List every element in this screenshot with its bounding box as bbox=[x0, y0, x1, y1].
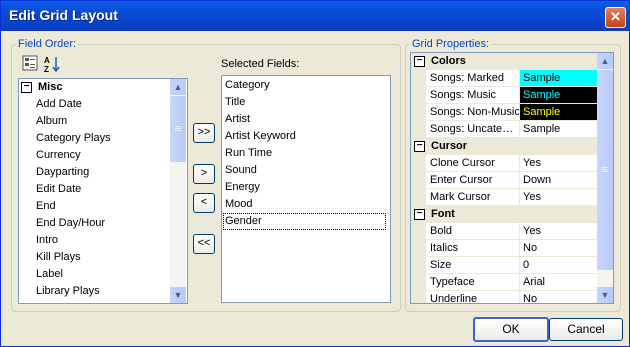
scroll-thumb[interactable] bbox=[597, 70, 613, 270]
grid-properties-legend: Grid Properties: bbox=[412, 38, 490, 50]
property-grid-scrollbar[interactable]: ▲ ▼ bbox=[597, 53, 613, 303]
property-name: Size bbox=[426, 257, 522, 274]
field-order-item[interactable]: Library Plays bbox=[36, 283, 100, 300]
property-value[interactable]: Sample bbox=[519, 70, 597, 87]
selected-field-item[interactable]: Run Time bbox=[223, 145, 386, 162]
property-value[interactable]: Yes bbox=[519, 189, 597, 206]
property-name: Clone Cursor bbox=[426, 155, 522, 172]
collapse-icon[interactable]: − bbox=[414, 140, 425, 152]
selected-field-item[interactable]: Category bbox=[223, 77, 386, 94]
field-order-item[interactable]: Album bbox=[36, 113, 67, 130]
property-name: Typeface bbox=[426, 274, 522, 291]
property-name: Songs: Uncate… bbox=[426, 121, 522, 138]
field-order-scrollbar[interactable]: ▲ ▼ bbox=[170, 79, 186, 303]
property-name: Underline bbox=[426, 291, 522, 303]
field-order-item[interactable]: Edit Date bbox=[36, 181, 81, 198]
property-value[interactable]: Arial bbox=[519, 274, 597, 291]
misc-category-row[interactable]: − Misc bbox=[21, 79, 62, 96]
property-value[interactable]: Sample bbox=[519, 121, 597, 138]
svg-text:A: A bbox=[44, 56, 50, 65]
selected-fields-label: Selected Fields: bbox=[221, 58, 300, 70]
field-order-item[interactable]: Currency bbox=[36, 147, 81, 164]
property-category-label: Font bbox=[431, 208, 455, 220]
property-value[interactable]: No bbox=[519, 240, 597, 257]
add-all-button[interactable]: >> bbox=[193, 123, 215, 143]
collapse-icon[interactable]: − bbox=[21, 81, 32, 93]
property-value[interactable]: Down bbox=[519, 172, 597, 189]
property-name: Songs: Music bbox=[426, 87, 522, 104]
close-button[interactable]: ✕ bbox=[605, 7, 626, 28]
property-grid[interactable]: − Colors Songs: Marked Sample Songs: Music Sa… bbox=[410, 52, 614, 304]
property-row[interactable]: Songs: Music Sample bbox=[411, 87, 597, 104]
selected-field-item[interactable]: Gender bbox=[223, 213, 386, 230]
scroll-thumb[interactable] bbox=[170, 96, 186, 162]
selected-field-item[interactable]: Energy bbox=[223, 179, 386, 196]
property-row[interactable]: Typeface Arial bbox=[411, 274, 597, 291]
property-name: Italics bbox=[426, 240, 522, 257]
property-value[interactable]: Yes bbox=[519, 223, 597, 240]
selected-field-item[interactable]: Title bbox=[223, 94, 386, 111]
selected-field-item[interactable]: Sound bbox=[223, 162, 386, 179]
cancel-button[interactable]: Cancel bbox=[549, 318, 623, 341]
ok-button[interactable]: OK bbox=[473, 317, 549, 342]
field-order-item[interactable]: Kill Plays bbox=[36, 249, 81, 266]
property-value[interactable]: Sample bbox=[519, 104, 597, 121]
property-category-row[interactable]: − Font bbox=[411, 206, 597, 223]
property-value[interactable]: Sample bbox=[519, 87, 597, 104]
property-category-row[interactable]: − Colors bbox=[411, 53, 597, 70]
property-row[interactable]: Mark Cursor Yes bbox=[411, 189, 597, 206]
property-name: Bold bbox=[426, 223, 522, 240]
property-category-label: Colors bbox=[431, 55, 466, 67]
dialog-title: Edit Grid Layout bbox=[9, 7, 118, 23]
add-button[interactable]: > bbox=[193, 164, 215, 184]
property-category-row[interactable]: − Cursor bbox=[411, 138, 597, 155]
field-order-item[interactable]: Label bbox=[36, 266, 63, 283]
selected-field-item[interactable]: Artist bbox=[223, 111, 386, 128]
field-order-list[interactable]: − Misc Add Date Album Category Plays Currenc… bbox=[18, 78, 188, 304]
scroll-up-icon[interactable]: ▲ bbox=[597, 53, 613, 69]
property-row[interactable]: Enter Cursor Down bbox=[411, 172, 597, 189]
categorized-view-icon[interactable] bbox=[22, 55, 38, 71]
selected-fields-list[interactable]: Category Title Artist Artist Keyword Run Tim… bbox=[221, 75, 391, 303]
title-bar[interactable]: Edit Grid Layout ✕ bbox=[1, 1, 629, 31]
remove-button[interactable]: < bbox=[193, 193, 215, 213]
property-name: Songs: Non-Music bbox=[426, 104, 522, 121]
property-row[interactable]: Size 0 bbox=[411, 257, 597, 274]
selected-field-item[interactable]: Mood bbox=[223, 196, 386, 213]
field-order-item[interactable]: Dayparting bbox=[36, 164, 89, 181]
field-order-item[interactable]: Category Plays bbox=[36, 130, 111, 147]
selected-field-item[interactable]: Artist Keyword bbox=[223, 128, 386, 145]
field-order-legend: Field Order: bbox=[18, 38, 77, 50]
property-row[interactable]: Bold Yes bbox=[411, 223, 597, 240]
collapse-icon[interactable]: − bbox=[414, 55, 425, 67]
property-value[interactable]: 0 bbox=[519, 257, 597, 274]
scroll-down-icon[interactable]: ▼ bbox=[170, 287, 186, 303]
field-order-item[interactable]: Add Date bbox=[36, 96, 82, 113]
property-row[interactable]: Songs: Marked Sample bbox=[411, 70, 597, 87]
sort-az-icon[interactable]: AZ bbox=[44, 55, 60, 74]
scroll-down-icon[interactable]: ▼ bbox=[597, 287, 613, 303]
property-row[interactable]: Songs: Uncate… Sample bbox=[411, 121, 597, 138]
property-value[interactable]: No bbox=[519, 291, 597, 303]
property-row[interactable]: Underline No bbox=[411, 291, 597, 303]
svg-text:Z: Z bbox=[44, 65, 49, 73]
field-order-item[interactable]: Intro bbox=[36, 232, 58, 249]
dialog-window: Edit Grid Layout ✕ Field Order: AZ − Misc… bbox=[0, 0, 630, 347]
scroll-up-icon[interactable]: ▲ bbox=[170, 79, 186, 95]
property-row[interactable]: Italics No bbox=[411, 240, 597, 257]
property-name: Songs: Marked bbox=[426, 70, 522, 87]
remove-all-button[interactable]: << bbox=[193, 234, 215, 254]
property-category-label: Cursor bbox=[431, 140, 468, 152]
field-order-item[interactable]: End Day/Hour bbox=[36, 215, 105, 232]
property-row[interactable]: Songs: Non-Music Sample bbox=[411, 104, 597, 121]
property-row[interactable]: Clone Cursor Yes bbox=[411, 155, 597, 172]
collapse-icon[interactable]: − bbox=[414, 208, 425, 220]
property-name: Mark Cursor bbox=[426, 189, 522, 206]
field-order-item[interactable]: End bbox=[36, 198, 56, 215]
property-value[interactable]: Yes bbox=[519, 155, 597, 172]
property-name: Enter Cursor bbox=[426, 172, 522, 189]
